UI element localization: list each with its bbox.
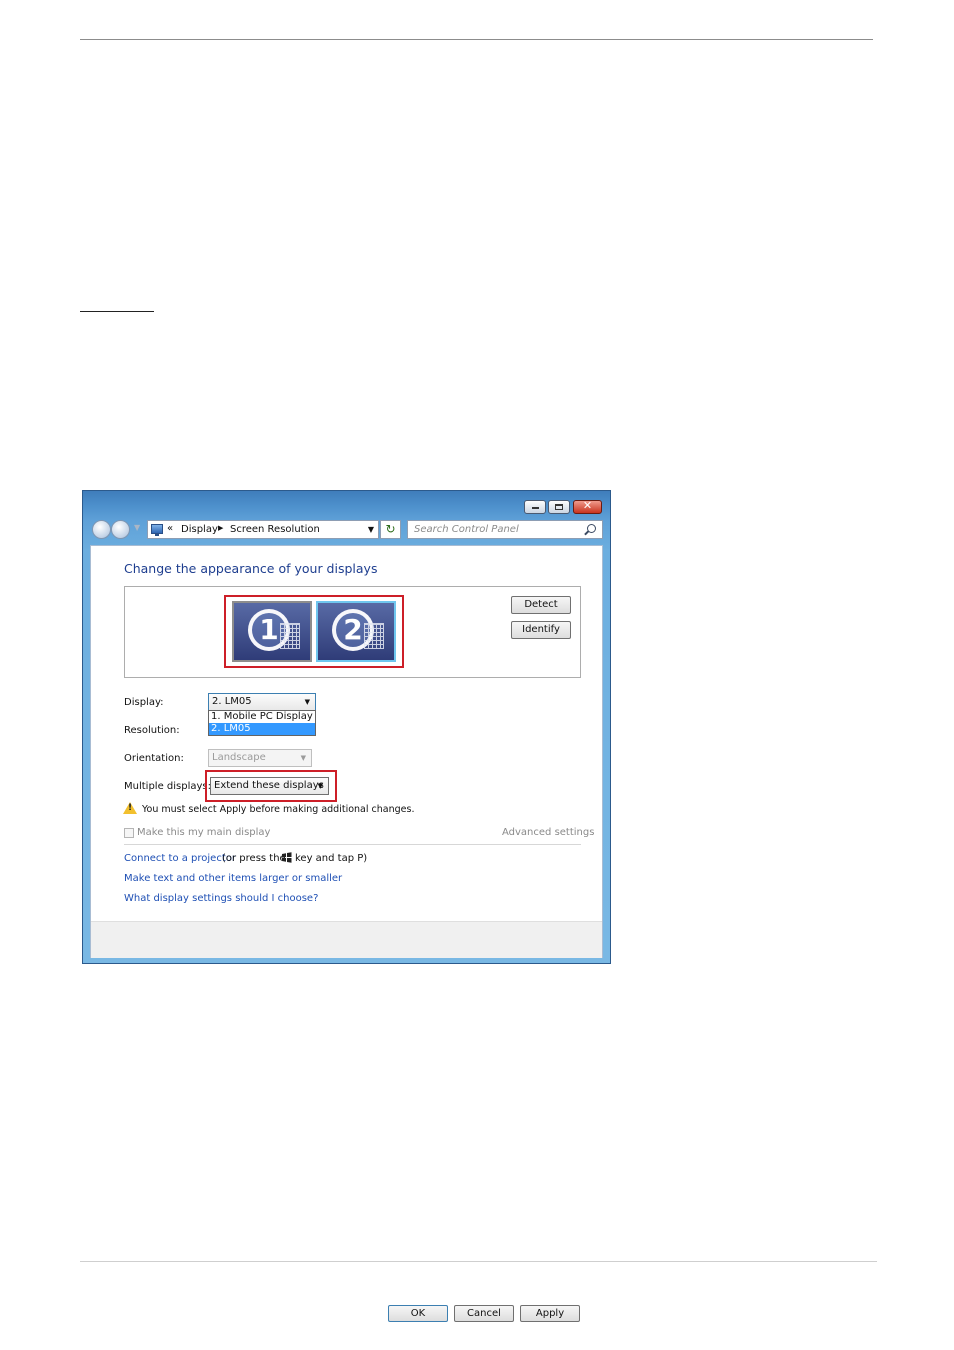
- back-button[interactable]: [92, 520, 111, 539]
- chevron-down-icon: ▼: [300, 754, 306, 762]
- divider: [124, 844, 581, 845]
- display-label: Display:: [124, 697, 164, 708]
- page-header-rule: [80, 39, 873, 40]
- display-option-1[interactable]: 1. Mobile PC Display: [209, 711, 315, 723]
- resolution-label: Resolution:: [124, 725, 180, 736]
- breadcrumb-separator-icon[interactable]: ▶: [218, 524, 223, 532]
- multiple-displays-select-value: Extend these displays: [214, 780, 324, 791]
- detect-button[interactable]: Detect: [511, 596, 571, 614]
- main-display-checkbox: [124, 828, 134, 838]
- dialog-footer: OK Cancel Apply: [91, 921, 602, 1322]
- refresh-icon: ↻: [385, 522, 396, 536]
- display-select[interactable]: 2. LM05 ▼: [208, 693, 316, 711]
- connect-projector-link[interactable]: Connect to a projector: [124, 853, 236, 864]
- monitor-grid-icon: [364, 623, 384, 649]
- search-box[interactable]: Search Control Panel: [407, 520, 603, 539]
- advanced-settings-link[interactable]: Advanced settings: [502, 827, 594, 838]
- screen-resolution-window: ▼ « Display ▶ Screen Resolution ▼ ↻ Sear…: [82, 490, 611, 1322]
- chevron-down-icon: ▼: [304, 698, 310, 706]
- ok-button[interactable]: OK: [388, 1305, 448, 1322]
- apply-button[interactable]: Apply: [520, 1305, 580, 1322]
- cancel-button[interactable]: Cancel: [454, 1305, 514, 1322]
- monitors-highlight-outline: 1 2: [224, 595, 404, 668]
- page-title: Change the appearance of your displays: [124, 561, 378, 576]
- address-overflow-chevron[interactable]: «: [167, 523, 173, 534]
- monitor-1-icon[interactable]: 1: [232, 601, 312, 662]
- search-icon[interactable]: [587, 524, 596, 533]
- address-dropdown-icon[interactable]: ▼: [368, 525, 374, 534]
- display-select-value: 2. LM05: [212, 696, 252, 707]
- page-footer-rule: [80, 1261, 877, 1262]
- multiple-displays-select[interactable]: Extend these displays ▼: [210, 777, 329, 795]
- breadcrumb-display[interactable]: Display: [181, 524, 218, 535]
- search-input[interactable]: Search Control Panel: [414, 524, 519, 535]
- projector-hint-text-end: key and tap P): [295, 853, 368, 864]
- windows-logo-icon: [282, 852, 292, 863]
- address-bar[interactable]: « Display ▶ Screen Resolution ▼: [147, 520, 379, 539]
- orientation-select: Landscape ▼: [208, 749, 312, 767]
- main-display-checkbox-label: Make this my main display: [137, 827, 271, 838]
- recent-pages-dropdown-icon[interactable]: ▼: [134, 523, 140, 532]
- display-option-2[interactable]: 2. LM05: [209, 723, 315, 735]
- multiple-displays-label: Multiple displays:: [124, 781, 211, 792]
- projector-hint-text: (or press the: [222, 853, 286, 864]
- monitor-grid-icon: [280, 623, 300, 649]
- section-heading-underline: [80, 311, 154, 312]
- minimize-button[interactable]: [524, 500, 546, 514]
- control-panel-monitor-icon: [151, 524, 163, 536]
- apply-warning-text: You must select Apply before making addi…: [142, 804, 415, 815]
- warning-icon: [123, 802, 137, 814]
- refresh-button[interactable]: ↻: [380, 520, 401, 539]
- maximize-button[interactable]: [548, 500, 570, 514]
- content-pane: Change the appearance of your displays 1…: [90, 545, 603, 1322]
- orientation-label: Orientation:: [124, 753, 184, 764]
- orientation-select-value: Landscape: [212, 752, 266, 763]
- close-button[interactable]: [573, 499, 602, 514]
- display-settings-help-link[interactable]: What display settings should I choose?: [124, 893, 318, 904]
- identify-button[interactable]: Identify: [511, 621, 571, 639]
- text-size-link[interactable]: Make text and other items larger or smal…: [124, 873, 342, 884]
- breadcrumb-screen-resolution[interactable]: Screen Resolution: [230, 524, 320, 535]
- display-dropdown-list: 1. Mobile PC Display 2. LM05: [208, 710, 316, 736]
- monitor-2-icon[interactable]: 2: [316, 601, 396, 662]
- forward-button[interactable]: [111, 520, 130, 539]
- chevron-down-icon: ▼: [317, 782, 323, 790]
